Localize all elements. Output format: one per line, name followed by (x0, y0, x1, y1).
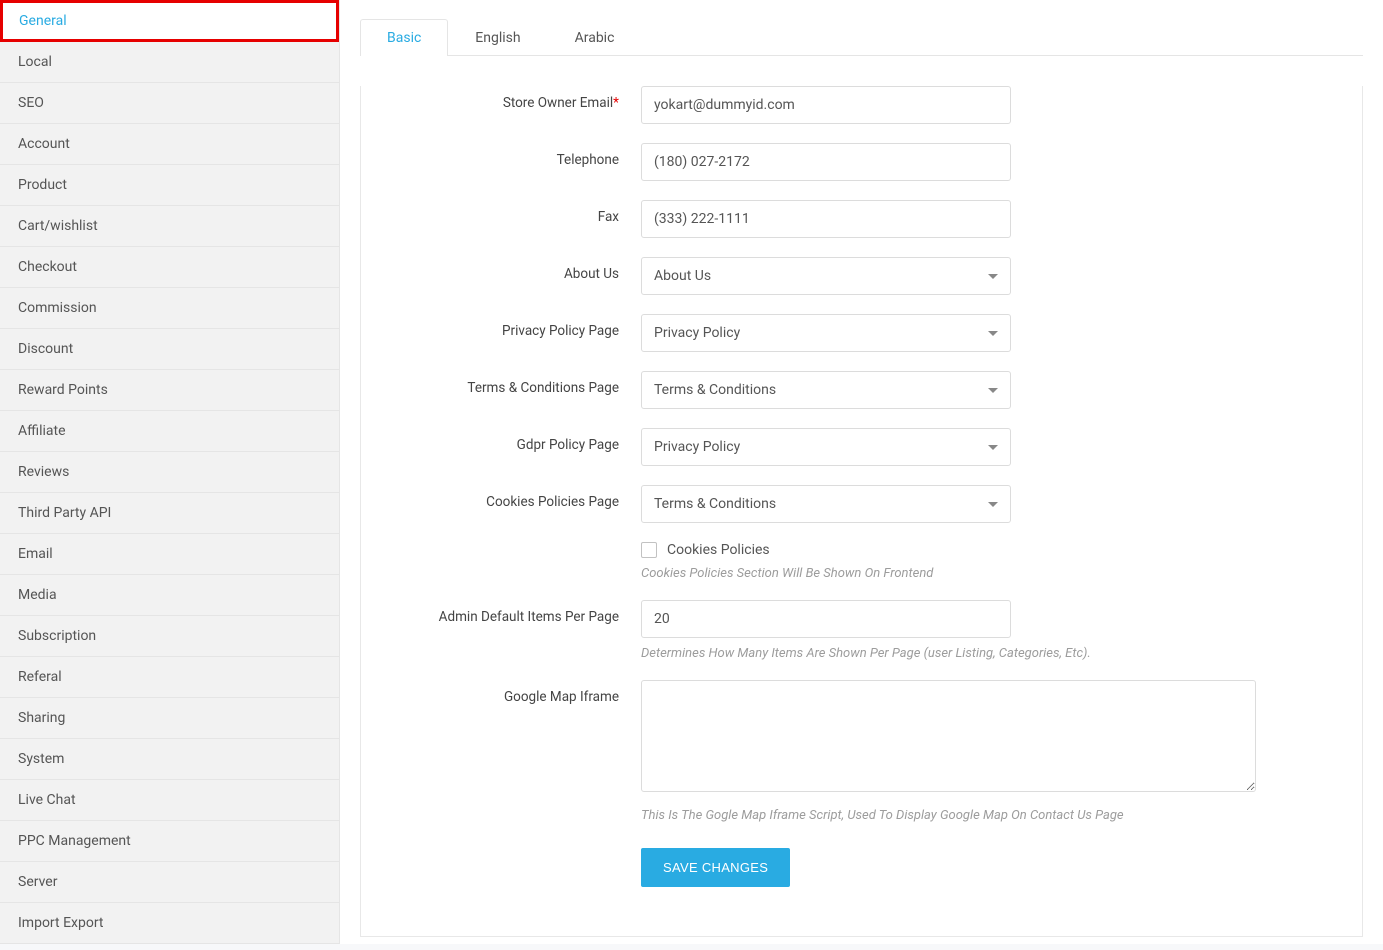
chevron-down-icon (988, 274, 998, 279)
sidebar-item-affiliate[interactable]: Affiliate (0, 411, 339, 452)
main-panel: Basic English Arabic Store Owner Email* … (340, 0, 1383, 944)
store-owner-email-label: Store Owner Email* (361, 86, 641, 111)
terms-value: Terms & Conditions (654, 382, 776, 398)
sidebar-item-cart-wishlist[interactable]: Cart/wishlist (0, 206, 339, 247)
sidebar-item-referal[interactable]: Referal (0, 657, 339, 698)
gdpr-label: Gdpr Policy Page (361, 428, 641, 453)
store-owner-email-input[interactable] (641, 86, 1011, 124)
sidebar-item-reward-points[interactable]: Reward Points (0, 370, 339, 411)
map-iframe-textarea[interactable] (641, 680, 1256, 792)
fax-label: Fax (361, 200, 641, 225)
sidebar-item-subscription[interactable]: Subscription (0, 616, 339, 657)
chevron-down-icon (988, 502, 998, 507)
items-per-page-label: Admin Default Items Per Page (361, 600, 641, 625)
sidebar-item-reviews[interactable]: Reviews (0, 452, 339, 493)
settings-sidebar: General Local SEO Account Product Cart/w… (0, 0, 340, 944)
general-settings-form: Store Owner Email* Telephone Fax About U… (361, 86, 1362, 907)
gdpr-value: Privacy Policy (654, 439, 740, 455)
map-iframe-help: This Is The Gogle Map Iframe Script, Use… (641, 808, 1256, 823)
about-us-select[interactable]: About Us (641, 257, 1011, 295)
sidebar-item-media[interactable]: Media (0, 575, 339, 616)
sidebar-item-third-party-api[interactable]: Third Party API (0, 493, 339, 534)
sidebar-item-email[interactable]: Email (0, 534, 339, 575)
cookies-page-value: Terms & Conditions (654, 496, 776, 512)
sidebar-item-ppc-management[interactable]: PPC Management (0, 821, 339, 862)
tab-basic[interactable]: Basic (360, 19, 448, 56)
cookies-policies-check-label: Cookies Policies (667, 542, 770, 558)
chevron-down-icon (988, 331, 998, 336)
sidebar-item-discount[interactable]: Discount (0, 329, 339, 370)
sidebar-item-local[interactable]: Local (0, 42, 339, 83)
sidebar-item-system[interactable]: System (0, 739, 339, 780)
sidebar-item-checkout[interactable]: Checkout (0, 247, 339, 288)
about-us-label: About Us (361, 257, 641, 282)
chevron-down-icon (988, 388, 998, 393)
save-changes-button[interactable]: SAVE CHANGES (641, 848, 790, 887)
telephone-label: Telephone (361, 143, 641, 168)
items-per-page-input[interactable] (641, 600, 1011, 638)
cookies-policies-checkbox[interactable] (641, 542, 657, 558)
tab-english[interactable]: English (448, 19, 547, 56)
sidebar-item-product[interactable]: Product (0, 165, 339, 206)
sidebar-item-seo[interactable]: SEO (0, 83, 339, 124)
terms-label: Terms & Conditions Page (361, 371, 641, 396)
sidebar-item-general[interactable]: General (0, 0, 339, 42)
items-per-page-help: Determines How Many Items Are Shown Per … (641, 646, 1256, 661)
about-us-value: About Us (654, 268, 711, 284)
tab-arabic[interactable]: Arabic (548, 19, 642, 56)
cookies-policies-help: Cookies Policies Section Will Be Shown O… (641, 566, 1256, 581)
map-iframe-label: Google Map Iframe (361, 680, 641, 705)
sidebar-item-sharing[interactable]: Sharing (0, 698, 339, 739)
gdpr-select[interactable]: Privacy Policy (641, 428, 1011, 466)
sidebar-item-server[interactable]: Server (0, 862, 339, 903)
cookies-page-select[interactable]: Terms & Conditions (641, 485, 1011, 523)
fax-input[interactable] (641, 200, 1011, 238)
sidebar-item-import-export[interactable]: Import Export (0, 903, 339, 944)
privacy-policy-select[interactable]: Privacy Policy (641, 314, 1011, 352)
sidebar-item-live-chat[interactable]: Live Chat (0, 780, 339, 821)
telephone-input[interactable] (641, 143, 1011, 181)
sidebar-item-account[interactable]: Account (0, 124, 339, 165)
privacy-policy-label: Privacy Policy Page (361, 314, 641, 339)
sidebar-item-commission[interactable]: Commission (0, 288, 339, 329)
terms-select[interactable]: Terms & Conditions (641, 371, 1011, 409)
chevron-down-icon (988, 445, 998, 450)
privacy-policy-value: Privacy Policy (654, 325, 740, 341)
language-tabs: Basic English Arabic (360, 18, 1363, 56)
cookies-page-label: Cookies Policies Page (361, 485, 641, 510)
